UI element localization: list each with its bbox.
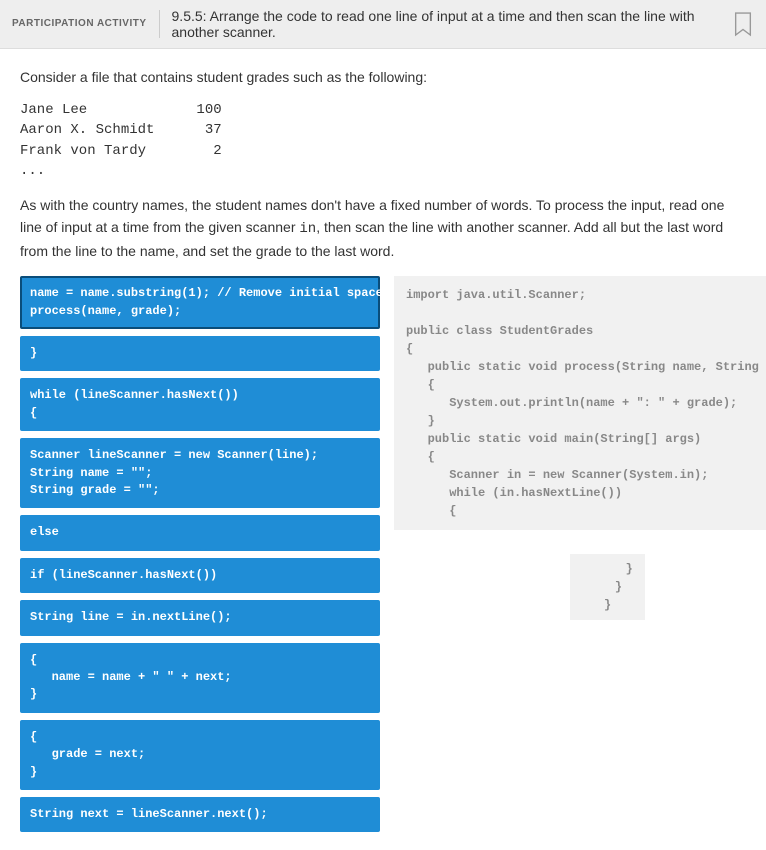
exercise-area: name = name.substring(1); // Remove init…: [20, 276, 746, 832]
activity-content: Consider a file that contains student gr…: [0, 49, 766, 850]
activity-title: 9.5.5: Arrange the code to read one line…: [172, 8, 720, 40]
header-divider: [159, 10, 160, 38]
code-block[interactable]: while (lineScanner.hasNext()) {: [20, 378, 380, 431]
bookmark-icon[interactable]: [732, 11, 754, 37]
code-block[interactable]: String next = lineScanner.next();: [20, 797, 380, 832]
fixed-code-top: import java.util.Scanner; public class S…: [394, 276, 766, 530]
code-block[interactable]: String line = in.nextLine();: [20, 600, 380, 635]
code-block[interactable]: Scanner lineScanner = new Scanner(line);…: [20, 438, 380, 508]
activity-header: PARTICIPATION ACTIVITY 9.5.5: Arrange th…: [0, 0, 766, 49]
fixed-code-bottom: } } }: [570, 554, 644, 620]
intro-text: Consider a file that contains student gr…: [20, 67, 746, 88]
instructions-text: As with the country names, the student n…: [20, 195, 746, 262]
code-block[interactable]: name = name.substring(1); // Remove init…: [20, 276, 380, 329]
code-block[interactable]: { name = name + " " + next; }: [20, 643, 380, 713]
code-block[interactable]: else: [20, 515, 380, 550]
target-code-column: import java.util.Scanner; public class S…: [394, 276, 766, 620]
code-block[interactable]: if (lineScanner.hasNext()): [20, 558, 380, 593]
file-sample: Jane Lee 100 Aaron X. Schmidt 37 Frank v…: [20, 100, 746, 181]
draggable-blocks-column: name = name.substring(1); // Remove init…: [20, 276, 380, 832]
instructions-code: in: [299, 221, 316, 237]
code-block[interactable]: { grade = next; }: [20, 720, 380, 790]
code-block[interactable]: }: [20, 336, 380, 371]
activity-type-label: PARTICIPATION ACTIVITY: [12, 18, 147, 30]
